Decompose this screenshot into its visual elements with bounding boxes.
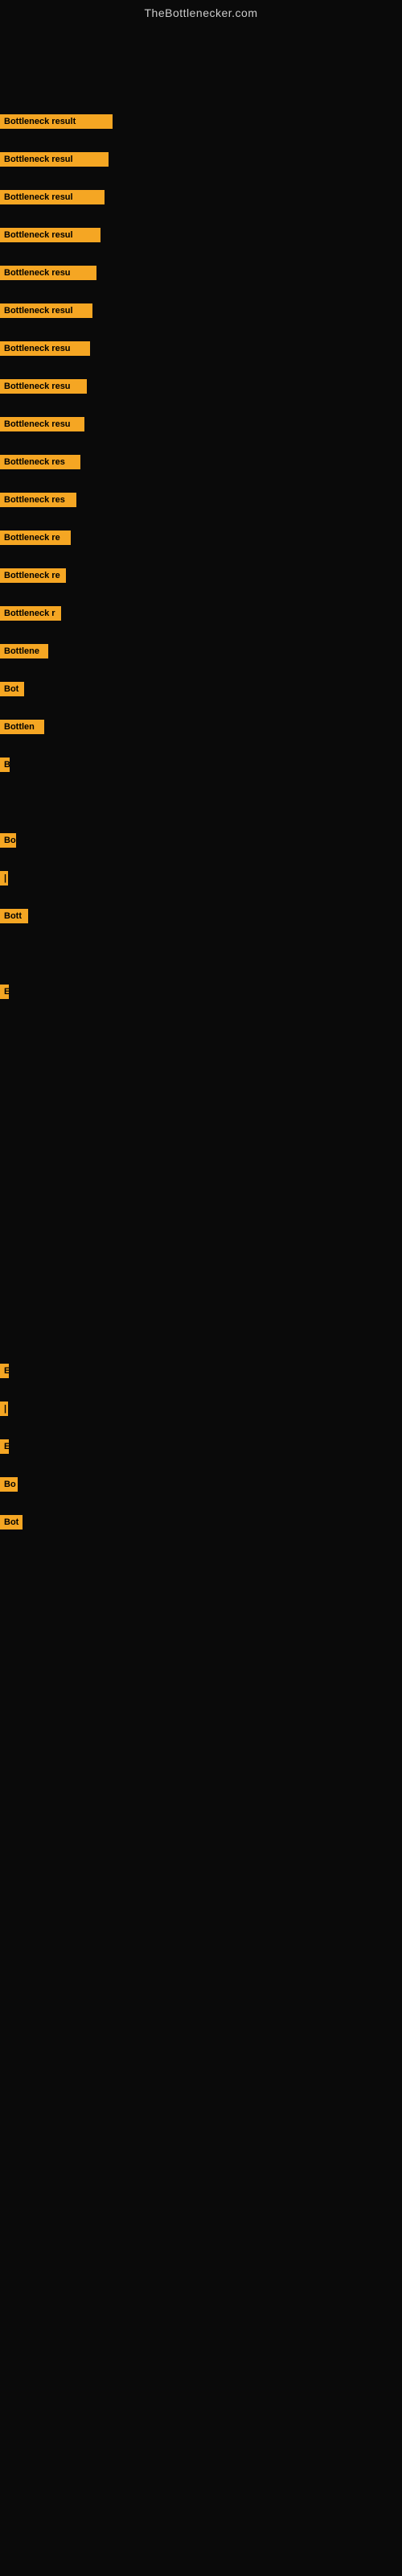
bar-row-10: Bottleneck res: [0, 493, 76, 507]
bar-label-1: Bottleneck resul: [0, 152, 109, 167]
bar-row-26: Bot: [0, 1515, 23, 1530]
bar-label-23: |: [0, 1402, 8, 1416]
bar-label-0: Bottleneck result: [0, 114, 113, 129]
bar-label-18: Bo: [0, 833, 16, 848]
bar-row-0: Bottleneck result: [0, 114, 113, 129]
bar-row-17: B: [0, 758, 10, 772]
bar-label-20: Bott: [0, 909, 28, 923]
site-title: TheBottlenecker.com: [0, 0, 402, 26]
bar-label-3: Bottleneck resul: [0, 228, 100, 242]
bar-label-12: Bottleneck re: [0, 568, 66, 583]
bar-label-2: Bottleneck resul: [0, 190, 105, 204]
bar-label-16: Bottlen: [0, 720, 44, 734]
bar-row-24: E: [0, 1439, 9, 1454]
bar-row-14: Bottlene: [0, 644, 48, 658]
bar-row-19: |: [0, 871, 8, 886]
bar-row-1: Bottleneck resul: [0, 152, 109, 167]
bar-row-9: Bottleneck res: [0, 455, 80, 469]
bar-label-11: Bottleneck re: [0, 530, 71, 545]
bar-label-24: E: [0, 1439, 9, 1454]
bar-label-15: Bot: [0, 682, 24, 696]
bar-row-13: Bottleneck r: [0, 606, 61, 621]
bar-row-6: Bottleneck resu: [0, 341, 90, 356]
bar-row-5: Bottleneck resul: [0, 303, 92, 318]
bar-row-11: Bottleneck re: [0, 530, 71, 545]
bar-row-3: Bottleneck resul: [0, 228, 100, 242]
bar-row-23: |: [0, 1402, 8, 1416]
bar-row-25: Bo: [0, 1477, 18, 1492]
bar-label-7: Bottleneck resu: [0, 379, 87, 394]
bar-row-4: Bottleneck resu: [0, 266, 96, 280]
bar-row-20: Bott: [0, 909, 28, 923]
bar-row-21: E: [0, 985, 9, 999]
bar-label-17: B: [0, 758, 10, 772]
bar-label-4: Bottleneck resu: [0, 266, 96, 280]
bar-label-6: Bottleneck resu: [0, 341, 90, 356]
bar-label-26: Bot: [0, 1515, 23, 1530]
bar-label-21: E: [0, 985, 9, 999]
bar-label-8: Bottleneck resu: [0, 417, 84, 431]
bar-row-22: E: [0, 1364, 9, 1378]
bar-row-2: Bottleneck resul: [0, 190, 105, 204]
bar-row-15: Bot: [0, 682, 24, 696]
bar-label-5: Bottleneck resul: [0, 303, 92, 318]
bar-row-16: Bottlen: [0, 720, 44, 734]
bar-label-14: Bottlene: [0, 644, 48, 658]
bar-row-8: Bottleneck resu: [0, 417, 84, 431]
bar-label-10: Bottleneck res: [0, 493, 76, 507]
bar-row-18: Bo: [0, 833, 16, 848]
bar-label-9: Bottleneck res: [0, 455, 80, 469]
bar-row-7: Bottleneck resu: [0, 379, 87, 394]
bar-row-12: Bottleneck re: [0, 568, 66, 583]
bar-label-19: |: [0, 871, 8, 886]
bar-label-13: Bottleneck r: [0, 606, 61, 621]
bar-label-25: Bo: [0, 1477, 18, 1492]
bar-label-22: E: [0, 1364, 9, 1378]
